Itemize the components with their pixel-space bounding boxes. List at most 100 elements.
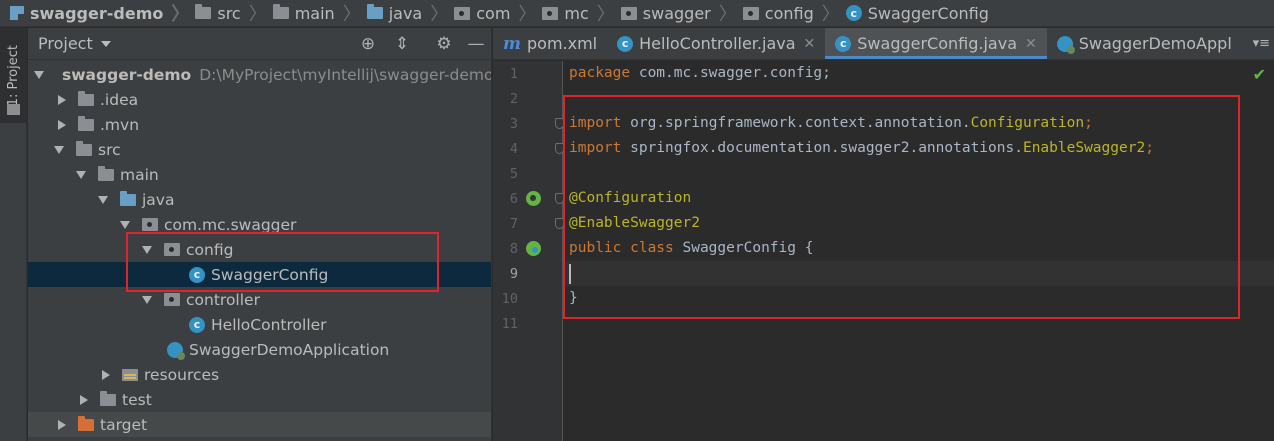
resources-folder-icon	[122, 368, 138, 381]
expand-arrow-icon[interactable]	[120, 220, 130, 229]
fold-icon[interactable]	[555, 193, 564, 204]
line-number: 9	[509, 266, 518, 282]
class-icon: c	[617, 35, 634, 52]
text-caret	[569, 264, 571, 284]
code-text: }	[569, 290, 578, 306]
breadcrumb-item-config[interactable]: config 〉	[742, 0, 846, 27]
collapse-all-icon[interactable]: ⇕	[392, 34, 412, 54]
expand-arrow-icon[interactable]	[142, 245, 152, 254]
spring-config-icon[interactable]	[526, 241, 541, 256]
line-number: 7	[509, 216, 518, 232]
tree-item-resources[interactable]: resources	[28, 362, 491, 387]
code-editor[interactable]: package com.mc.swagger.config; import or…	[564, 61, 1274, 441]
tree-item-label: .mvn	[100, 115, 140, 134]
spring-bean-icon[interactable]	[526, 191, 541, 206]
collapse-arrow-icon[interactable]	[58, 419, 66, 430]
code-line-4: import springfox.documentation.swagger2.…	[569, 136, 1154, 161]
code-keyword: import	[569, 140, 622, 156]
expand-arrow-icon[interactable]	[142, 295, 152, 304]
breadcrumb-item-com[interactable]: com 〉	[454, 0, 542, 27]
project-view-selector[interactable]: Project	[38, 34, 93, 53]
breadcrumb-label: com	[476, 3, 511, 23]
tree-item-swaggerdemoapplication[interactable]: SwaggerDemoApplication	[28, 337, 491, 362]
tree-item-config[interactable]: config	[28, 237, 491, 262]
close-icon[interactable]: ✕	[804, 36, 816, 52]
breadcrumb-label: src	[217, 3, 241, 23]
package-icon	[142, 218, 158, 231]
left-tool-strip: 1: Project	[0, 28, 27, 441]
package-icon	[164, 243, 180, 256]
tab-swaggerdemoapplication[interactable]: SwaggerDemoAppl	[1047, 28, 1242, 59]
tree-item-label: config	[186, 240, 234, 259]
tree-item-mvn[interactable]: .mvn	[28, 112, 491, 137]
code-text: SwaggerConfig {	[673, 240, 814, 256]
code-line-10: }	[569, 286, 578, 311]
chevron-down-icon[interactable]	[100, 40, 111, 47]
tabs-overflow-icon[interactable]: ▾≡	[1253, 36, 1270, 51]
minimize-icon[interactable]: —	[466, 34, 486, 54]
tab-swaggerconfig-java[interactable]: c SwaggerConfig.java ✕	[825, 28, 1048, 59]
close-icon[interactable]: ✕	[1025, 36, 1037, 52]
gear-icon[interactable]: ⚙	[434, 34, 454, 54]
tab-label: SwaggerConfig.java	[857, 34, 1017, 53]
tree-item-label: SwaggerDemoApplication	[189, 340, 390, 359]
chevron-right-icon: 〉	[718, 4, 737, 25]
breadcrumb-item-java[interactable]: java 〉	[366, 0, 455, 27]
tree-item-label: test	[122, 390, 152, 409]
breadcrumb-item-mc[interactable]: mc 〉	[542, 0, 620, 27]
tree-item-swagger-demo[interactable]: swagger-demo D:\MyProject\myIntellij\swa…	[28, 62, 491, 87]
chevron-right-icon: 〉	[518, 4, 537, 25]
collapse-arrow-icon[interactable]	[102, 369, 110, 380]
line-number: 10	[501, 291, 518, 307]
checkmark-icon[interactable]: ✔	[1253, 65, 1266, 84]
breadcrumb-item-main[interactable]: main 〉	[272, 0, 367, 27]
tree-item-src[interactable]: src	[28, 137, 491, 162]
breadcrumb-item-swagger[interactable]: swagger 〉	[620, 0, 743, 27]
expand-arrow-icon[interactable]	[76, 170, 86, 179]
navigation-breadcrumb: swagger-demo 〉 src 〉 main 〉 java 〉 com 〉 mc 〉 …	[0, 0, 1274, 27]
tree-item-swaggerconfig[interactable]: c SwaggerConfig	[28, 262, 491, 287]
tree-item-hellocontroller[interactable]: c HelloController	[28, 312, 491, 337]
class-icon: c	[835, 35, 852, 52]
breadcrumb-item-swaggerconfig[interactable]: c SwaggerConfig	[845, 0, 989, 27]
module-icon	[10, 6, 24, 20]
chevron-right-icon: 〉	[248, 4, 267, 25]
line-number: 5	[509, 166, 518, 182]
project-panel: Project ⊕ ⇕ ⚙ — swagger-demo D:\MyProjec…	[28, 28, 492, 441]
tab-hellocontroller-java[interactable]: c HelloController.java ✕	[607, 28, 825, 59]
tree-item-com-mc-swagger[interactable]: com.mc.swagger	[28, 212, 491, 237]
collapse-arrow-icon[interactable]	[80, 394, 88, 405]
line-number: 1	[509, 66, 518, 82]
code-text: springfox.documentation.swagger2.annotat…	[621, 140, 1023, 156]
breadcrumb-item-project[interactable]: swagger-demo 〉	[10, 0, 195, 27]
tree-item-controller[interactable]: controller	[28, 287, 491, 312]
fold-icon[interactable]	[555, 218, 564, 229]
editor-tab-bar: m pom.xml c HelloController.java ✕ c Swa…	[493, 28, 1274, 60]
code-line-6: @Configuration	[569, 186, 691, 211]
tab-pom-xml[interactable]: m pom.xml	[493, 28, 607, 59]
tree-item-label: main	[120, 165, 159, 184]
expand-arrow-icon[interactable]	[98, 195, 108, 204]
code-line-1: package com.mc.swagger.config;	[569, 61, 831, 86]
tree-item-main[interactable]: main	[28, 162, 491, 187]
locate-icon[interactable]: ⊕	[358, 34, 378, 54]
fold-icon[interactable]	[555, 118, 564, 129]
fold-icon[interactable]	[555, 143, 564, 154]
collapse-arrow-icon[interactable]	[58, 119, 66, 130]
tree-item-target[interactable]: target	[28, 412, 491, 437]
tree-item-label: resources	[144, 365, 220, 384]
expand-arrow-icon[interactable]	[34, 70, 44, 79]
tree-item-test[interactable]: test	[28, 387, 491, 412]
code-class: EnableSwagger2	[1022, 140, 1146, 156]
breadcrumb-label: main	[294, 3, 335, 23]
breadcrumb-item-src[interactable]: src 〉	[195, 0, 272, 27]
tree-item-java[interactable]: java	[28, 187, 491, 212]
project-tool-tab[interactable]: 1: Project	[0, 28, 27, 123]
class-icon: c	[845, 5, 862, 21]
expand-arrow-icon[interactable]	[54, 145, 64, 154]
excluded-folder-icon	[78, 415, 94, 431]
class-icon: c	[189, 316, 205, 333]
source-folder-icon	[120, 190, 136, 206]
tree-item-idea[interactable]: .idea	[28, 87, 491, 112]
collapse-arrow-icon[interactable]	[58, 94, 66, 105]
